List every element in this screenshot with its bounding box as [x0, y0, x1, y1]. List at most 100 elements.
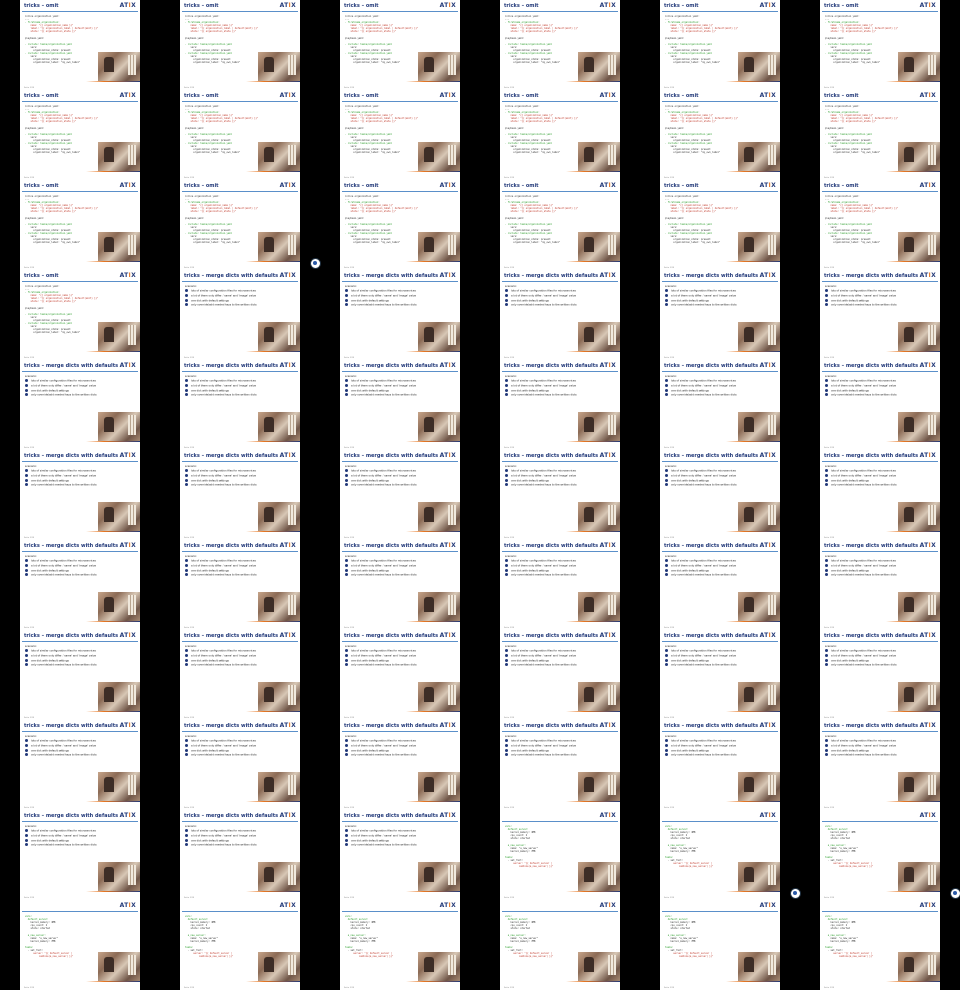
bullet-icon — [185, 748, 188, 752]
slide-thumbnail[interactable]: tricks – merge dicts with defaults ATIX sc… — [320, 540, 480, 630]
slide-thumbnail[interactable]: tricks – merge dicts with defaults ATIX sc… — [800, 270, 960, 360]
header-rule — [342, 551, 458, 552]
slide-thumbnail[interactable]: tricks – merge dicts with defaults ATIX sc… — [800, 630, 960, 720]
slide-thumbnail[interactable]: tricks – merge dicts with defaults ATIX sc… — [480, 630, 640, 720]
slide-thumbnail[interactable]: tricks – merge dicts with defaults ATIX sc… — [320, 630, 480, 720]
slide-thumbnail[interactable]: ATIX vars: default_server: kernel_memory:… — [640, 900, 800, 990]
bullet-icon — [185, 649, 188, 653]
slide-thumbnail[interactable]: tricks – omit ATIX inline organization yam… — [800, 180, 960, 270]
slide-thumbnail[interactable]: ATIX vars: default_server: kernel_memory:… — [480, 900, 640, 990]
slide-thumbnail[interactable]: ATIX vars: default_server: kernel_memory:… — [0, 900, 160, 990]
bullet-icon — [505, 298, 508, 302]
slide-thumbnail[interactable]: tricks – merge dicts with defaults ATIX sc… — [480, 720, 640, 810]
slide-thumbnail[interactable]: tricks – merge dicts with defaults ATIX sc… — [800, 360, 960, 450]
slide-thumbnail[interactable]: tricks – omit ATIX inline organization yam… — [480, 0, 640, 90]
header-rule — [182, 731, 298, 732]
slide-thumbnail[interactable]: tricks – merge dicts with defaults ATIX sc… — [640, 450, 800, 540]
atix-logo: ATIX — [279, 812, 296, 819]
slide-thumbnail[interactable]: tricks – merge dicts with defaults ATIX sc… — [800, 540, 960, 630]
slide-thumbnail[interactable]: tricks – omit ATIX inline organization yam… — [0, 180, 160, 270]
slide-thumbnail[interactable]: tricks – omit ATIX inline organization yam… — [160, 90, 320, 180]
slide-footer: Seite 2/15 — [500, 351, 620, 360]
slide-thumbnail[interactable]: tricks – omit ATIX inline organization yam… — [0, 270, 160, 360]
page-number: Seite 2/15 — [824, 627, 835, 629]
slide-thumbnail[interactable]: tricks – omit ATIX inline organization yam… — [640, 0, 800, 90]
slide-thumbnail[interactable]: tricks – merge dicts with defaults ATIX sc… — [0, 360, 160, 450]
slide-thumbnail[interactable]: ATIX vars: default_server: kernel_memory:… — [640, 810, 801, 900]
slide-thumbnail[interactable]: tricks – merge dicts with defaults ATIX sc… — [640, 630, 800, 720]
slide-thumbnail[interactable]: ATIX vars: default_server: kernel_memory:… — [800, 810, 960, 900]
slide-thumbnail[interactable]: tricks – merge dicts with defaults ATIX sc… — [640, 360, 800, 450]
slide-thumbnail[interactable]: tricks – merge dicts with defaults ATIX sc… — [160, 810, 320, 900]
slide-thumbnail[interactable]: tricks – merge dicts with defaults ATIX sc… — [480, 450, 640, 540]
page-number: Seite 2/15 — [24, 267, 35, 269]
slide-thumbnail[interactable]: tricks – merge dicts with defaults ATIX sc… — [480, 360, 640, 450]
bullet-item: only override/add needed keys to the wri… — [505, 573, 617, 578]
slide-thumbnail[interactable]: tricks – omit ATIX inline organization yam… — [480, 180, 640, 270]
slide-thumbnail[interactable]: tricks – merge dicts with defaults ATIX sc… — [0, 630, 160, 720]
slide-thumbnail[interactable]: ATIX vars: default_server: kernel_memory:… — [480, 810, 640, 900]
slide-thumbnail[interactable]: tricks – merge dicts with defaults ATIX sc… — [160, 630, 320, 720]
header-rule — [342, 191, 458, 192]
slide-thumbnail[interactable]: ATIX vars: default_server: kernel_memory:… — [800, 900, 960, 990]
slide-thumbnail[interactable]: tricks – omit ATIX inline organization yam… — [640, 180, 800, 270]
bullet-icon — [665, 663, 668, 667]
slide-body: scenario: lots of similar configuration f… — [25, 825, 137, 848]
slide-thumbnail[interactable]: tricks – merge dicts with defaults ATIX sc… — [800, 720, 960, 810]
slide-thumbnail[interactable]: tricks – merge dicts with defaults ATIX sc… — [160, 540, 320, 630]
bullet-icon — [825, 748, 828, 752]
slide-thumbnail[interactable]: tricks – omit ATIX inline organization yam… — [0, 90, 160, 180]
slide-footer: Seite 2/15 — [20, 351, 140, 360]
slide-thumbnail[interactable]: tricks – merge dicts with defaults ATIX sc… — [320, 810, 480, 900]
atix-logo: ATIX — [279, 362, 296, 369]
slide-thumbnail[interactable]: tricks – omit ATIX inline organization yam… — [640, 90, 800, 180]
slide-thumbnail[interactable]: tricks – merge dicts with defaults ATIX sc… — [480, 270, 640, 360]
header-rule — [502, 461, 618, 462]
slide-footer: Seite 2/15 — [660, 981, 780, 990]
slide-thumbnail[interactable]: tricks – merge dicts with defaults ATIX sc… — [320, 270, 480, 360]
slide-thumbnail[interactable]: ATIX vars: default_server: kernel_memory:… — [160, 900, 320, 990]
slide-thumbnail[interactable]: tricks – merge dicts with defaults ATIX sc… — [0, 450, 160, 540]
slide-title: tricks – omit — [184, 93, 219, 99]
slide-thumbnail[interactable]: tricks – omit ATIX inline organization yam… — [320, 180, 480, 270]
slide-thumbnail[interactable]: tricks – merge dicts with defaults ATIX sc… — [0, 810, 160, 900]
slide-thumbnail[interactable]: tricks – merge dicts with defaults ATIX sc… — [480, 540, 640, 630]
slide-footer: Seite 2/15 — [660, 531, 780, 540]
bullet-icon — [665, 298, 668, 302]
slide-thumbnail[interactable]: tricks – omit ATIX inline organization yam… — [800, 90, 960, 180]
slide-thumbnail[interactable]: tricks – merge dicts with defaults ATIX sc… — [640, 270, 800, 360]
slide-thumbnail[interactable]: tricks – merge dicts with defaults ATIX sc… — [160, 720, 320, 810]
slide-thumbnail[interactable]: tricks – merge dicts with defaults ATIX sc… — [160, 270, 320, 360]
slide-thumbnail[interactable]: tricks – omit ATIX inline organization yam… — [320, 90, 480, 180]
speaker-video-thumbnail — [738, 952, 780, 981]
slide-thumbnail[interactable]: tricks – merge dicts with defaults ATIX sc… — [800, 450, 960, 540]
slide-thumbnail[interactable]: tricks – omit ATIX inline organization yam… — [160, 0, 320, 90]
slide-thumbnail[interactable]: tricks – merge dicts with defaults ATIX sc… — [0, 540, 160, 630]
slide-thumbnail[interactable]: ATIX vars: default_server: kernel_memory:… — [320, 900, 480, 990]
slide-thumbnail[interactable]: tricks – merge dicts with defaults ATIX sc… — [0, 720, 160, 810]
slide-thumbnail[interactable]: tricks – omit ATIX inline organization yam… — [480, 90, 640, 180]
speaker-video-thumbnail — [898, 592, 940, 621]
slide-thumbnail[interactable]: tricks – omit ATIX inline organization yam… — [160, 180, 321, 270]
slide-thumbnail[interactable]: tricks – merge dicts with defaults ATIX sc… — [320, 360, 480, 450]
slide-thumbnail[interactable]: tricks – merge dicts with defaults ATIX sc… — [320, 450, 480, 540]
slide-thumbnail[interactable]: tricks – omit ATIX inline organization yam… — [800, 0, 960, 90]
slide-thumbnail[interactable]: tricks – merge dicts with defaults ATIX sc… — [320, 720, 480, 810]
slide-thumbnail[interactable]: tricks – omit ATIX inline organization yam… — [320, 0, 480, 90]
slide-thumbnail[interactable]: tricks – omit ATIX inline organization yam… — [0, 0, 160, 90]
slide-thumbnail[interactable]: tricks – merge dicts with defaults ATIX sc… — [160, 360, 320, 450]
slide-footer: Seite 2/15 — [820, 531, 940, 540]
bullet-item: only override/add needed keys to the wri… — [345, 843, 457, 848]
slide-title: tricks – merge dicts with defaults — [344, 453, 439, 459]
slide-thumbnail[interactable]: tricks – merge dicts with defaults ATIX sc… — [160, 450, 320, 540]
speaker-video-thumbnail — [578, 502, 620, 531]
slide-footer: Seite 2/15 — [820, 981, 940, 990]
speaker-video-thumbnail — [418, 502, 460, 531]
slide-footer: Seite 2/15 — [180, 711, 300, 720]
page-number: Seite 2/15 — [344, 807, 355, 809]
slide-title: tricks – omit — [664, 93, 699, 99]
slide-thumbnail[interactable]: tricks – merge dicts with defaults ATIX sc… — [640, 720, 800, 810]
header-rule — [342, 11, 458, 12]
slide-thumbnail[interactable]: tricks – merge dicts with defaults ATIX sc… — [640, 540, 800, 630]
bullet-item: only override/add needed keys to the wri… — [505, 393, 617, 398]
